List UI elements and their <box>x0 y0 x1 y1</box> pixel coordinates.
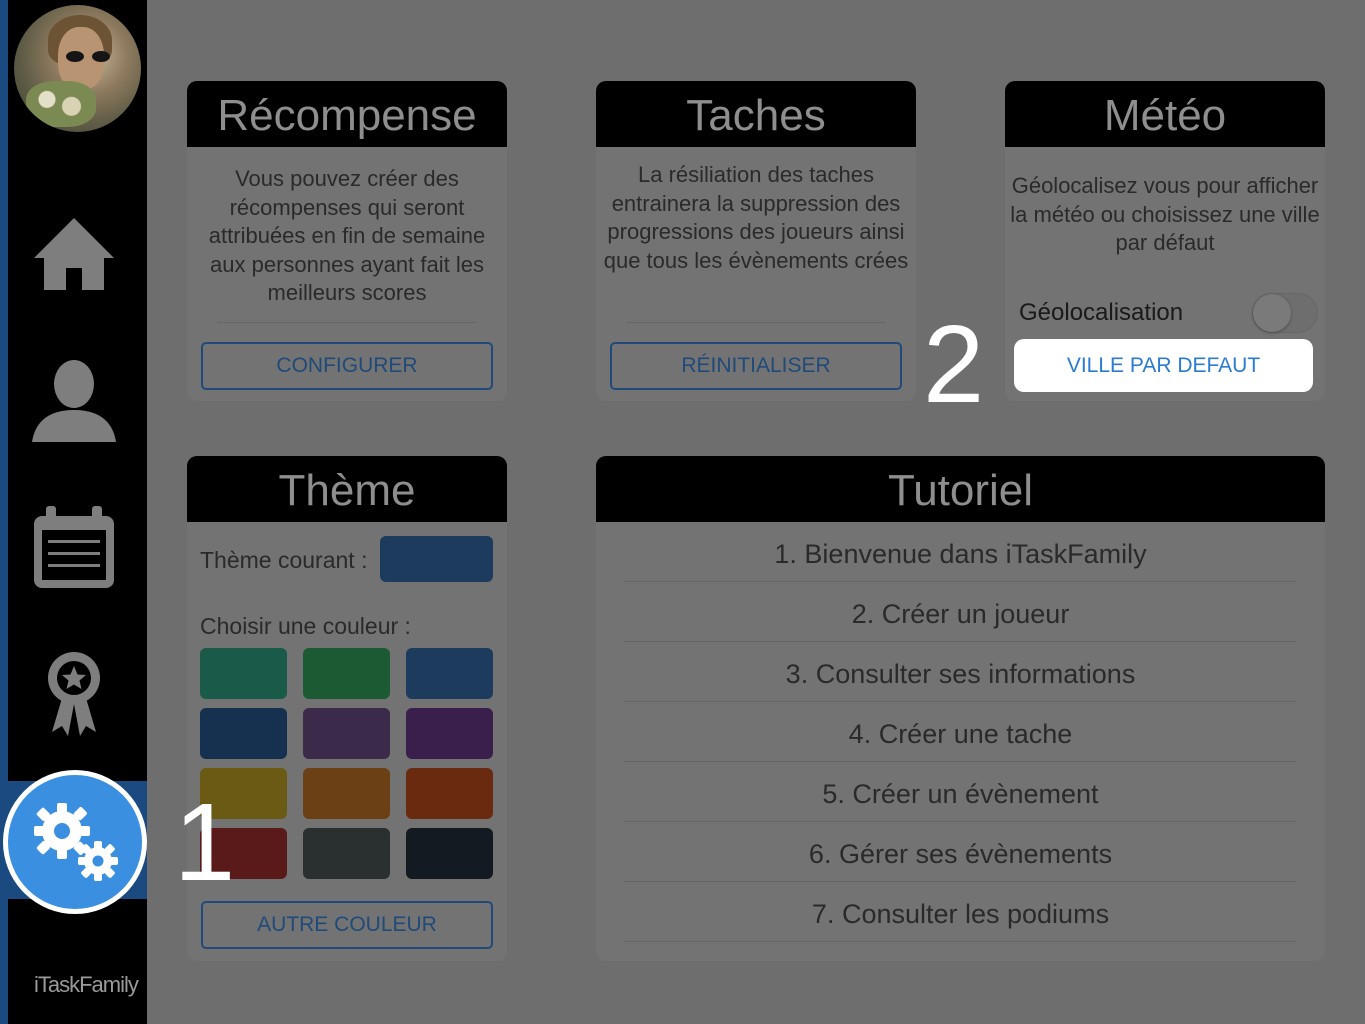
taches-title: Taches <box>596 81 916 147</box>
tutorial-item[interactable]: 2. Créer un joueur <box>596 582 1325 642</box>
taches-card: Taches La résiliation des taches entrain… <box>596 81 916 401</box>
tutorial-item[interactable]: 6. Gérer ses évènements <box>596 822 1325 882</box>
tutorial-card: Tutoriel 1. Bienvenue dans iTaskFamily 2… <box>596 456 1325 961</box>
tutorial-item[interactable]: 5. Créer un évènement <box>596 762 1325 822</box>
geolocation-label: Géolocalisation <box>1019 299 1184 326</box>
avatar[interactable] <box>14 5 141 132</box>
divider <box>217 322 477 323</box>
gears-icon <box>34 803 118 881</box>
current-theme-label: Thème courant : <box>200 547 368 573</box>
color-swatch[interactable] <box>406 828 493 879</box>
tutorial-item[interactable]: 4. Créer une tache <box>596 702 1325 762</box>
color-swatch[interactable] <box>303 768 390 819</box>
step-2-annotation: 2 <box>923 303 985 426</box>
sidebar: iTaskFamily <box>0 0 147 1024</box>
tutorial-title: Tutoriel <box>596 456 1325 522</box>
color-swatch[interactable] <box>406 768 493 819</box>
color-swatch[interactable] <box>200 708 287 759</box>
color-swatch[interactable] <box>303 708 390 759</box>
other-color-button[interactable]: AUTRE COULEUR <box>201 901 493 949</box>
calendar-icon[interactable] <box>28 502 120 594</box>
current-theme-swatch <box>380 536 493 582</box>
award-icon[interactable] <box>28 646 120 738</box>
default-city-button[interactable]: VILLE PAR DEFAUT <box>1014 339 1313 392</box>
settings-button[interactable] <box>3 770 147 914</box>
meteo-text: Géolocalisez vous pour afficher la météo… <box>1010 173 1320 255</box>
geolocation-toggle[interactable] <box>1252 293 1318 333</box>
recompense-title: Récompense <box>187 81 507 147</box>
configure-button[interactable]: CONFIGURER <box>201 342 493 390</box>
meteo-card: Météo Géolocalisez vous pour afficher la… <box>1005 81 1325 401</box>
theme-title: Thème <box>187 456 507 522</box>
color-swatch[interactable] <box>406 708 493 759</box>
divider <box>626 322 886 323</box>
color-swatch[interactable] <box>303 828 390 879</box>
step-1-annotation: 1 <box>174 781 236 904</box>
reset-button[interactable]: RÉINITIALISER <box>610 342 902 390</box>
tutorial-item[interactable]: 7. Consulter les podiums <box>596 882 1325 942</box>
user-icon[interactable] <box>28 354 120 446</box>
toggle-knob <box>1253 294 1291 332</box>
color-swatch[interactable] <box>406 648 493 699</box>
recompense-card: Récompense Vous pouvez créer des récompe… <box>187 81 507 401</box>
brand-logo: iTaskFamily <box>34 972 139 997</box>
color-swatch[interactable] <box>303 648 390 699</box>
meteo-title: Météo <box>1005 81 1325 147</box>
taches-text: La résiliation des taches entrainera la … <box>603 162 909 273</box>
recompense-text: Vous pouvez créer des récompenses qui se… <box>208 166 486 305</box>
tutorial-item[interactable]: 3. Consulter ses informations <box>596 642 1325 702</box>
home-icon[interactable] <box>28 208 120 300</box>
color-swatch[interactable] <box>200 648 287 699</box>
tutorial-item[interactable]: 1. Bienvenue dans iTaskFamily <box>596 522 1325 582</box>
choose-color-label: Choisir une couleur : <box>200 613 411 639</box>
